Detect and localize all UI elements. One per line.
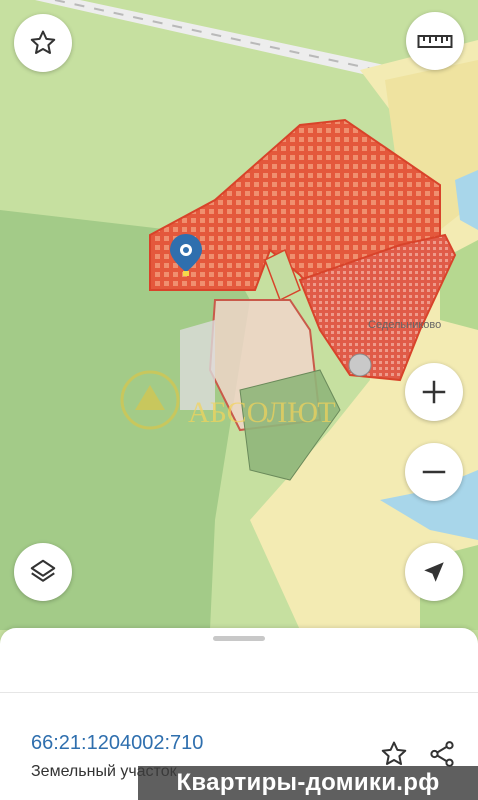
- locate-button[interactable]: [405, 543, 463, 601]
- minus-icon: [422, 470, 446, 474]
- sheet-divider: [0, 692, 478, 693]
- favorite-button[interactable]: [14, 14, 72, 72]
- ruler-icon: [417, 35, 453, 48]
- place-label: Седельниково: [368, 319, 441, 331]
- star-icon: [30, 30, 56, 54]
- logo-text: АБСОЛЮТ: [188, 396, 336, 429]
- watermark-banner: Квартиры-домики.рф: [138, 766, 478, 800]
- navigation-arrow-icon: [424, 562, 444, 582]
- star-icon: [381, 741, 407, 765]
- sheet-drag-handle[interactable]: [213, 636, 265, 641]
- cadastral-number[interactable]: 66:21:1204002:710: [31, 732, 203, 755]
- layers-icon: [30, 559, 56, 582]
- layers-button[interactable]: [14, 543, 72, 601]
- zoom-in-button[interactable]: [405, 363, 463, 421]
- ruler-button[interactable]: [406, 12, 464, 70]
- zoom-out-button[interactable]: [405, 443, 463, 501]
- plus-icon: [422, 380, 446, 404]
- share-icon: [430, 741, 454, 767]
